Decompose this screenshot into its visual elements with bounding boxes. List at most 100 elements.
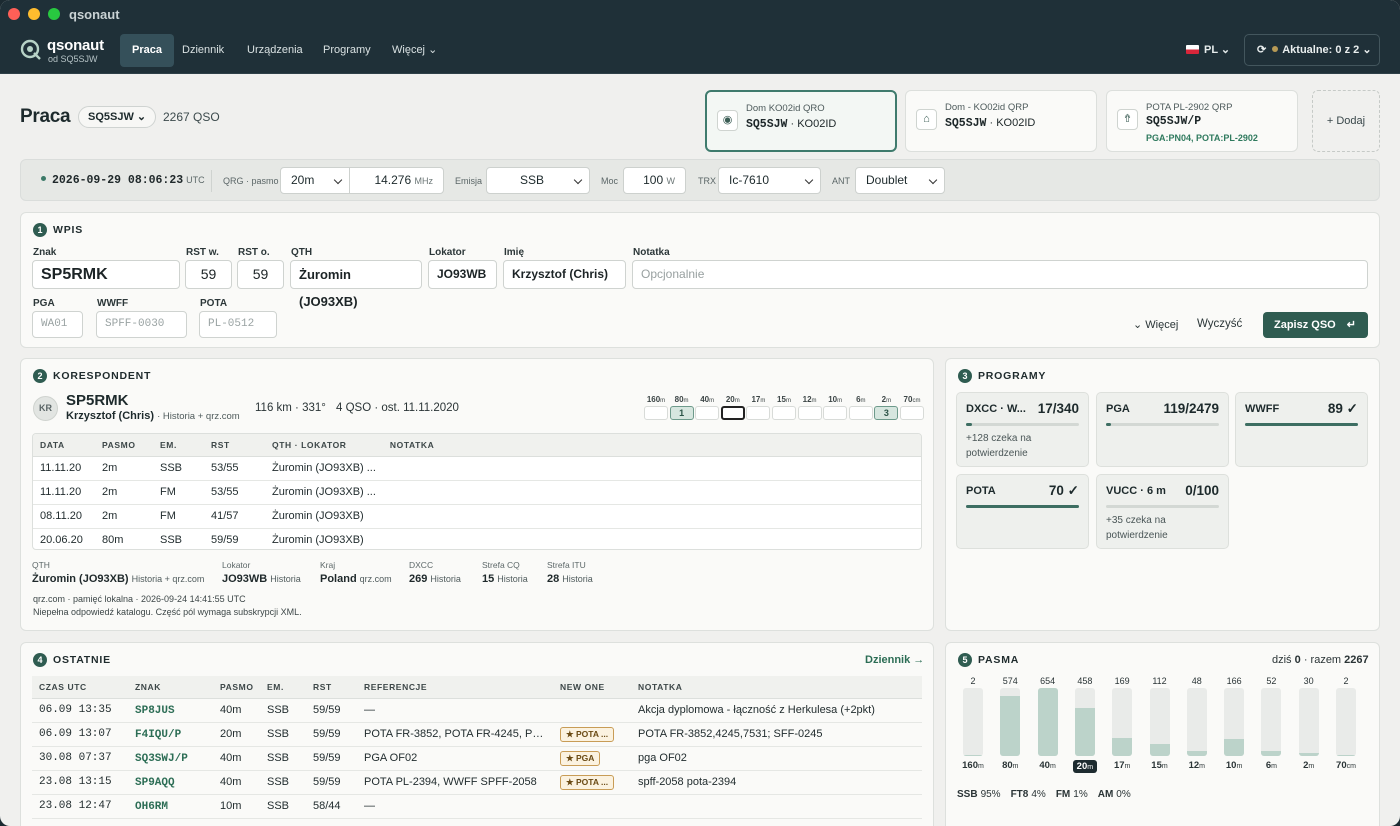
table-row[interactable]: 30.08 07:37 SQ3SWJ/P 40m SSB 59/59 PGA OF02 ★ … (32, 746, 922, 771)
name-field[interactable]: Krzysztof (Chris) (503, 260, 626, 289)
callsign-link[interactable]: OH6RM (135, 801, 168, 813)
band-bar[interactable] (1298, 688, 1319, 756)
column-header[interactable]: RST (204, 434, 265, 457)
table-row[interactable]: 20.06.20 80m SSB 59/59 Żuromin (JO93XB) (33, 528, 921, 549)
band-bar[interactable] (1037, 688, 1058, 756)
callsign-link[interactable]: SQ3SWJ/P (135, 753, 188, 765)
band-label[interactable]: 15m (1145, 760, 1175, 771)
trx-label: TRX (698, 176, 716, 186)
table-row[interactable]: 06.09 13:35 SP8JUS 40m SSB 59/59— Akcja dyplo… (32, 698, 922, 723)
column-header[interactable]: REFERENCJE (357, 676, 553, 699)
antenna-select[interactable]: Doublet (855, 167, 945, 194)
callsign-link[interactable]: SP9AQQ (135, 777, 175, 789)
column-header[interactable]: RST (306, 676, 357, 699)
column-header[interactable]: NOTATKA (631, 676, 922, 699)
band-select[interactable]: 20m (280, 167, 350, 194)
pga-field[interactable]: WA01 (32, 311, 83, 338)
band-label[interactable]: 17m (1107, 760, 1137, 771)
program-card[interactable]: VUCC · 6 m 0/100 +35 czeka na potwierdzeni… (1096, 474, 1229, 549)
frequency-input[interactable]: 14.276 MHz (349, 167, 444, 194)
nav-dziennik[interactable]: Dziennik (170, 34, 236, 67)
band-bar[interactable] (1186, 688, 1207, 756)
table-cell (382, 504, 921, 529)
clear-button[interactable]: Wyczyść (1197, 318, 1242, 330)
band-bar[interactable] (1224, 688, 1245, 756)
band-cell: 1 (669, 406, 694, 420)
column-header[interactable]: DATA (33, 434, 95, 457)
nav-wiecej[interactable]: Więcej ⌄ (380, 34, 449, 67)
table-row[interactable]: 06.09 13:07 F4IQU/P 20m SSB 59/59 POTA FR-385… (32, 722, 922, 747)
nav-programy[interactable]: Programy (311, 34, 383, 67)
band-bar[interactable] (963, 688, 983, 756)
band-unit: m (709, 398, 715, 404)
table-row[interactable]: 23.08 12:47 OH6RM 10m SSB 58/44— (32, 794, 922, 819)
column-header[interactable]: NEW ONE (553, 676, 631, 699)
pota-field[interactable]: PL-0512 (199, 311, 277, 338)
band-bar[interactable] (1149, 688, 1170, 756)
program-card[interactable]: DXCC · W... 17/340 +128 czeka na potwierdz… (956, 392, 1089, 467)
band-bar[interactable] (1336, 688, 1356, 756)
band-label[interactable]: 160m (958, 760, 988, 771)
callsign-selector[interactable]: SQ5SJW ⌄ (78, 106, 157, 128)
band-bar[interactable] (1112, 688, 1133, 756)
band-label[interactable]: 80m (995, 760, 1025, 771)
rst-received-field[interactable]: 59 (237, 260, 284, 289)
column-header[interactable]: ZNAK (128, 676, 213, 699)
language-selector[interactable]: PL ⌄ (1186, 43, 1230, 56)
power-input[interactable]: 100 W (623, 167, 686, 194)
callsign-link[interactable]: F4IQU/P (135, 729, 181, 741)
mode-select[interactable]: SSB (486, 167, 590, 194)
column-header[interactable]: PASMO (95, 434, 153, 457)
band-label[interactable]: 10m (1219, 760, 1249, 771)
column-header[interactable]: CZAS UTC (32, 676, 128, 699)
add-station-button[interactable]: + Dodaj (1312, 90, 1380, 152)
log-link[interactable]: Dziennik → (865, 654, 924, 666)
nav-praca[interactable]: Praca (120, 34, 174, 67)
band-unit: m (1308, 763, 1315, 770)
station-card-dom-qro[interactable]: ◉ Dom KO02id QRO SQ5SJW · KO02ID (705, 90, 897, 152)
maximize-window-button[interactable] (48, 8, 60, 20)
band-bar[interactable] (1074, 688, 1095, 756)
callsign-field[interactable]: SP5RMK (32, 260, 180, 289)
table-row[interactable]: 23.08 13:15 SP9AQQ 40m SSB 59/59 POTA PL-2394… (32, 770, 922, 795)
locator-field[interactable]: JO93WB (428, 260, 497, 289)
station-card-pota[interactable]: ⇮ POTA PL-2902 QRP SQ5SJW/P PGA:PN04, PO… (1106, 90, 1298, 152)
program-card[interactable]: PGA 119/2479 (1096, 392, 1229, 467)
program-card[interactable]: POTA 70 ✓ (956, 474, 1089, 549)
trx-select[interactable]: Ic-7610 (718, 167, 821, 194)
nav-urzadzenia[interactable]: Urządzenia (235, 34, 315, 67)
band-bar[interactable] (1000, 688, 1021, 756)
note-field[interactable]: Opcjonalnie (632, 260, 1368, 289)
program-card[interactable]: WWFF 89 ✓ (1235, 392, 1368, 467)
wwff-field[interactable]: SPFF-0030 (96, 311, 187, 338)
band-label[interactable]: 70cm (1331, 760, 1361, 771)
qth-field[interactable]: Żuromin (JO93XB) (290, 260, 422, 309)
save-qso-button[interactable]: Zapisz QSO ↵ (1263, 312, 1368, 338)
table-row[interactable]: 08.11.20 2m FM 41/57 Żuromin (JO93XB) (33, 504, 921, 529)
band-label[interactable]: 40m (1033, 760, 1063, 771)
column-header[interactable]: PASMO (213, 676, 260, 699)
poland-flag-icon (1186, 45, 1199, 54)
band-label[interactable]: 12m (1182, 760, 1212, 771)
close-window-button[interactable] (8, 8, 20, 20)
table-cell: 40m (213, 770, 260, 795)
callsign-link[interactable]: SP8JUS (135, 705, 175, 717)
station-card-dom-qrp[interactable]: ⌂ Dom - KO02id QRP SQ5SJW · KO02ID (905, 90, 1097, 152)
table-cell: 80m (95, 528, 153, 549)
band-label[interactable]: 20m (1072, 760, 1097, 773)
column-header[interactable]: EM. (153, 434, 204, 457)
rst-sent-field[interactable]: 59 (185, 260, 232, 289)
band-unit: m (837, 398, 843, 404)
more-fields-button[interactable]: ⌄ Więcej (1133, 318, 1178, 331)
column-header[interactable]: EM. (260, 676, 306, 699)
column-header[interactable]: QTH · LOKATOR (265, 434, 383, 457)
table-row[interactable]: 11.11.20 2m FM 53/55 Żuromin (JO93XB) ... (33, 480, 921, 505)
band-label[interactable]: 2m (1294, 760, 1324, 771)
meta-value: JO93WB Historia (222, 573, 301, 585)
band-bar[interactable] (1261, 688, 1282, 756)
minimize-window-button[interactable] (28, 8, 40, 20)
band-label[interactable]: 6m (1256, 760, 1286, 771)
table-row[interactable]: 11.11.20 2m SSB 53/55 Żuromin (JO93XB) ... (33, 456, 921, 481)
column-header[interactable]: NOTATKA (382, 434, 921, 457)
sync-status-button[interactable]: ⟳ Aktualne: 0 z 2 ⌄ (1244, 34, 1380, 66)
